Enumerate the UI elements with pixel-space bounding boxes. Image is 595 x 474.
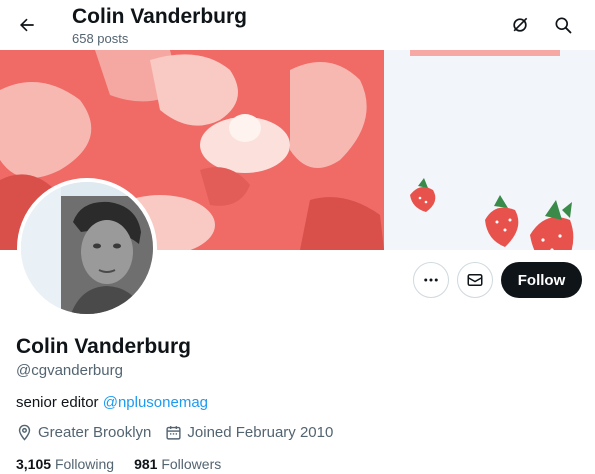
search-button[interactable] (546, 8, 580, 42)
location-text: Greater Brooklyn (38, 424, 152, 441)
post-count: 658 posts (72, 31, 129, 46)
mail-icon (467, 274, 483, 286)
more-icon (424, 278, 438, 282)
follow-button[interactable]: Follow (501, 262, 582, 298)
search-icon (555, 17, 572, 34)
joined-item: Joined February 2010 (165, 424, 333, 441)
header-title: Colin Vanderburg (72, 5, 248, 28)
profile-name: Colin Vanderburg (16, 335, 192, 358)
profile-bio: senior editor @nplusonemag (16, 394, 208, 411)
following-link[interactable]: 3,105 Following (16, 456, 114, 472)
location-item: Greater Brooklyn (16, 424, 151, 441)
profile-handle: @cgvanderburg (16, 362, 123, 379)
followers-link[interactable]: 981 Followers (134, 456, 221, 472)
profile-meta: Greater Brooklyn Joined February 2010 (16, 424, 347, 441)
grok-button[interactable] (503, 8, 537, 42)
bio-mention-link[interactable]: @nplusonemag (103, 394, 208, 411)
location-pin-icon (18, 424, 31, 441)
message-button[interactable] (457, 262, 493, 298)
arrow-left-icon (20, 18, 34, 32)
calendar-icon (166, 426, 181, 440)
followers-label: Followers (161, 456, 222, 472)
top-bar: Colin Vanderburg 658 posts (0, 0, 595, 50)
more-button[interactable] (413, 262, 449, 298)
joined-text: Joined February 2010 (187, 424, 334, 441)
following-count: 3,105 (16, 456, 52, 472)
followers-count: 981 (134, 456, 158, 472)
back-button[interactable] (10, 8, 44, 42)
bio-text: senior editor (16, 394, 103, 411)
avatar[interactable] (17, 178, 157, 318)
profile-stats: 3,105 Following 981 Followers (16, 456, 241, 472)
avatar-photo (21, 182, 153, 314)
grok-icon (513, 17, 528, 32)
following-label: Following (54, 456, 115, 472)
